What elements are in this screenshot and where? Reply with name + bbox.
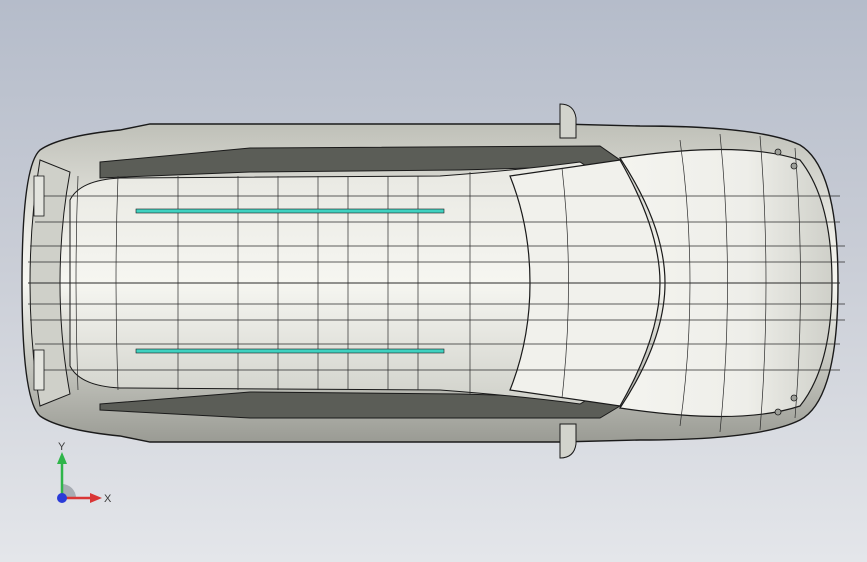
roof-rail-left[interactable] bbox=[135, 208, 445, 214]
rear-light-left bbox=[33, 175, 45, 217]
car-model[interactable] bbox=[21, 103, 845, 459]
mirror-left[interactable] bbox=[559, 103, 577, 139]
rear-light-right bbox=[33, 349, 45, 391]
mesh-horizontal-lines bbox=[28, 195, 845, 371]
cad-viewport[interactable] bbox=[0, 0, 867, 562]
z-axis-dot-icon bbox=[57, 493, 67, 503]
roof-rail-right[interactable] bbox=[135, 348, 445, 354]
x-axis-arrow-icon bbox=[90, 493, 102, 503]
axis-triad: Y X bbox=[57, 441, 112, 505]
y-axis-arrow-icon bbox=[57, 452, 67, 464]
mirror-right[interactable] bbox=[559, 423, 577, 459]
y-axis-label: Y bbox=[58, 441, 66, 453]
x-axis-label: X bbox=[104, 493, 112, 505]
